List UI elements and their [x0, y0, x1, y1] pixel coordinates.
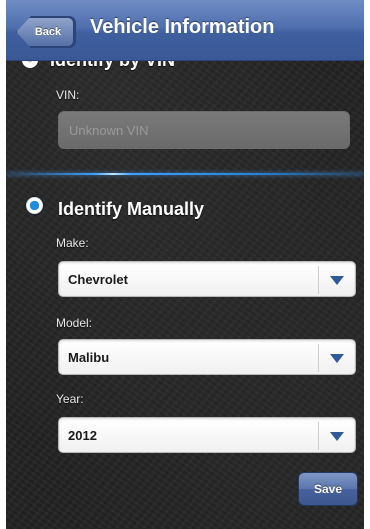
chevron-down-icon[interactable]: [330, 276, 344, 285]
make-label: Make:: [56, 236, 89, 250]
chevron-down-icon[interactable]: [330, 432, 344, 441]
chevron-down-icon[interactable]: [330, 354, 344, 363]
save-button[interactable]: Save: [298, 472, 358, 506]
make-select-divider: [318, 266, 319, 294]
back-button[interactable]: Back: [16, 17, 74, 47]
year-label: Year:: [56, 392, 84, 406]
year-select-divider: [318, 422, 319, 450]
navigation-bar: Back Vehicle Information: [6, 0, 364, 61]
radio-identify-manually[interactable]: [26, 197, 43, 214]
vin-input[interactable]: [58, 111, 350, 149]
year-select[interactable]: 2012: [58, 417, 356, 453]
model-select-divider: [318, 344, 319, 372]
section-divider: [6, 173, 364, 175]
model-select[interactable]: Malibu: [58, 339, 356, 375]
page-title: Vehicle Information: [90, 16, 275, 38]
make-value: Chevrolet: [68, 272, 128, 287]
model-value: Malibu: [68, 350, 110, 365]
vehicle-information-screen: Identify by VIN VIN: Identify Manually M…: [6, 0, 364, 529]
model-label: Model:: [56, 316, 93, 330]
make-select[interactable]: Chevrolet: [58, 261, 356, 297]
identify-manually-label[interactable]: Identify Manually: [58, 199, 204, 220]
vin-label: VIN:: [56, 88, 80, 102]
year-value: 2012: [68, 428, 97, 443]
